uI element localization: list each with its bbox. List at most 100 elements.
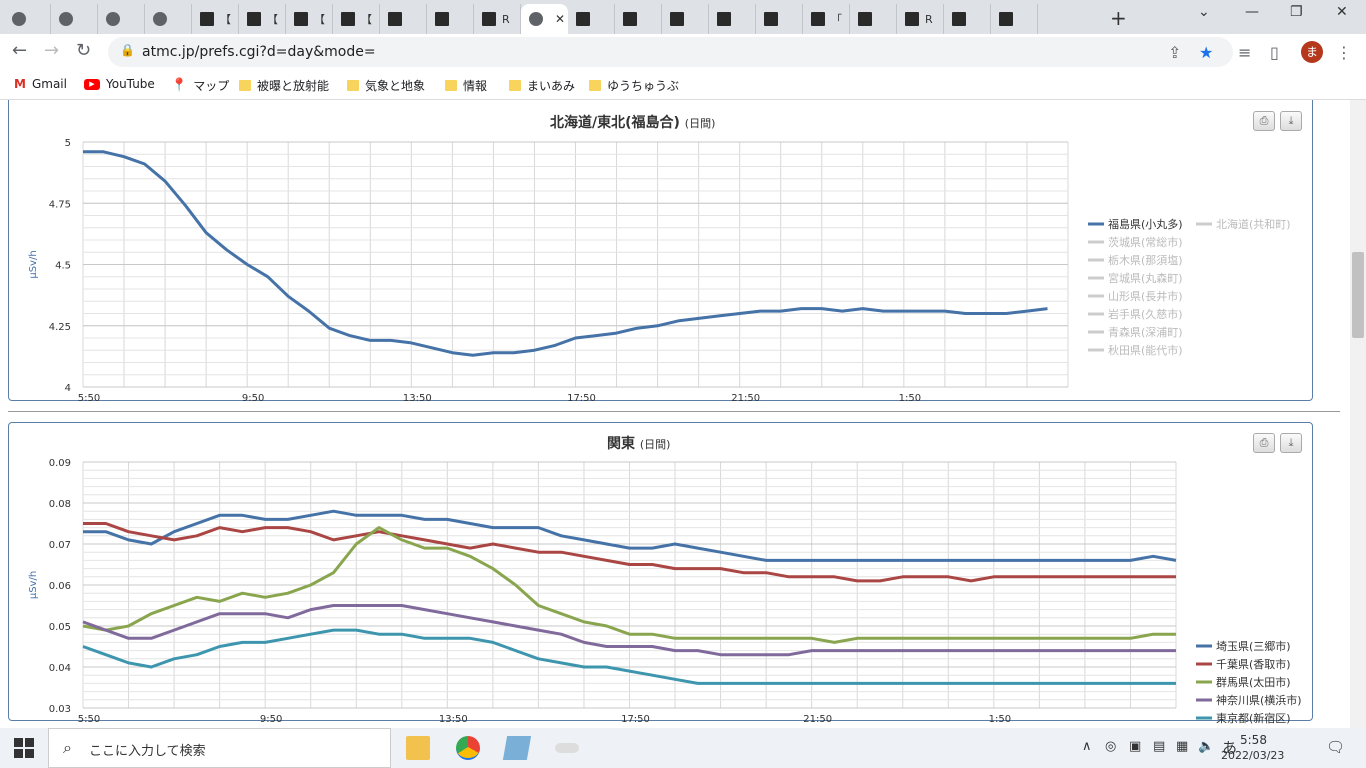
legend-item: 千葉県(香取市) xyxy=(1216,657,1291,671)
legend-item: 宮城県(丸森町) xyxy=(1108,271,1183,285)
bookmark-folder-radiation[interactable]: 被曝と放射能 xyxy=(239,77,329,94)
tab-search-icon[interactable]: ⌄ xyxy=(1198,4,1210,20)
legend-item: 群馬県(太田市) xyxy=(1216,675,1291,689)
back-button[interactable]: ← xyxy=(12,40,27,61)
browser-tab[interactable] xyxy=(568,4,615,34)
image-favicon-icon xyxy=(435,12,449,26)
tray-icon[interactable]: ▤ xyxy=(1153,739,1165,754)
tab-title: R xyxy=(502,12,510,26)
browser-tab[interactable]: 【 xyxy=(192,4,239,34)
lock-icon[interactable]: 🔒 xyxy=(120,43,135,57)
forward-button[interactable]: → xyxy=(44,40,59,61)
bookmark-folder-info[interactable]: 情報 xyxy=(445,77,487,94)
image-favicon-icon xyxy=(717,12,731,26)
image-favicon-icon xyxy=(670,12,684,26)
bookmark-folder-youtube[interactable]: ゆうちゅうぶ xyxy=(589,77,679,94)
browser-tab[interactable] xyxy=(756,4,803,34)
image-favicon-icon xyxy=(623,12,637,26)
app-icon[interactable] xyxy=(502,736,532,760)
browser-tab[interactable]: 【 xyxy=(239,4,286,34)
maximize-button[interactable]: ❐ xyxy=(1290,4,1303,20)
folder-icon xyxy=(239,80,251,91)
legend-item: 神奈川県(横浜市) xyxy=(1216,693,1302,707)
reload-button[interactable]: ↻ xyxy=(76,40,91,61)
image-favicon-icon xyxy=(952,12,966,26)
y-tick-label: 0.04 xyxy=(49,663,71,674)
tray-chevron-icon[interactable]: ∧ xyxy=(1082,739,1092,754)
bookmark-folder-weather[interactable]: 気象と地象 xyxy=(347,77,425,94)
tab-title: R xyxy=(925,12,933,26)
bookmark-star-icon[interactable]: ★ xyxy=(1199,43,1213,62)
y-tick-label: 4.25 xyxy=(49,322,71,333)
tray-icon[interactable]: ◎ xyxy=(1105,739,1116,754)
clock-date[interactable]: 2022/03/23 xyxy=(1221,749,1284,762)
chrome-icon[interactable] xyxy=(456,736,480,760)
image-favicon-icon xyxy=(482,12,496,26)
x-tick-label: 1:50 xyxy=(989,714,1011,725)
chart-kanto: 0.03 0.04 0.05 0.06 0.07 0.08 0.09 5:50 9:50 13:5… xyxy=(28,458,1302,725)
bookmark-youtube[interactable]: ▶ YouTube xyxy=(84,77,155,91)
file-explorer-icon[interactable] xyxy=(406,736,430,760)
browser-tab[interactable] xyxy=(850,4,897,34)
close-tab-icon[interactable]: ✕ xyxy=(555,12,565,26)
browser-tab[interactable]: R xyxy=(897,4,944,34)
x-tick-label: 5:50 xyxy=(78,714,100,725)
browser-tab[interactable] xyxy=(380,4,427,34)
image-favicon-icon xyxy=(576,12,590,26)
close-window-button[interactable]: ✕ xyxy=(1336,4,1348,20)
browser-tab[interactable] xyxy=(51,4,98,34)
bookmark-gmail[interactable]: M Gmail xyxy=(14,77,67,91)
notification-icon[interactable]: 🗨 xyxy=(1326,738,1345,756)
browser-tab[interactable]: 【 xyxy=(333,4,380,34)
page-content: 北海道/東北(福島合) (日間) ⎙ ⤓ 4 4.25 4.5 4.75 5 5:50 9:… xyxy=(0,100,1350,728)
image-favicon-icon xyxy=(388,12,402,26)
folder-icon xyxy=(509,80,521,91)
new-tab-button[interactable]: + xyxy=(1110,6,1127,30)
browser-tab[interactable] xyxy=(615,4,662,34)
tab-title: 【 xyxy=(220,13,231,26)
browser-tab[interactable] xyxy=(991,4,1038,34)
browser-tab[interactable] xyxy=(944,4,991,34)
minimize-button[interactable]: — xyxy=(1245,4,1259,20)
taskbar-search-box[interactable]: ⌕ ここに入力して検索 xyxy=(48,728,391,768)
browser-tab[interactable] xyxy=(98,4,145,34)
y-axis-label: µSv/h xyxy=(28,571,39,599)
page-scrollbar[interactable] xyxy=(1350,100,1366,728)
reading-list-icon[interactable]: ≡ xyxy=(1238,43,1251,62)
share-icon[interactable]: ⇪ xyxy=(1168,43,1181,62)
legend-item: 福島県(小丸多) xyxy=(1108,217,1183,231)
browser-tab[interactable] xyxy=(4,4,51,34)
url-text[interactable]: atmc.jp/prefs.cgi?d=day&mode= xyxy=(142,44,376,60)
volume-icon[interactable]: 🔈 xyxy=(1198,739,1214,754)
scrollbar-thumb[interactable] xyxy=(1352,252,1364,338)
bookmark-maps[interactable]: 📍 マップ xyxy=(171,77,229,94)
profile-avatar[interactable]: ま xyxy=(1301,41,1323,63)
browser-toolbar: ← → ↻ 🔒 atmc.jp/prefs.cgi?d=day&mode= ⇪ … xyxy=(0,34,1366,70)
browser-tab[interactable]: 「 xyxy=(803,4,850,34)
tab-strip: 【 【 【 【 R ✕ 「 R xyxy=(0,0,1366,34)
legend-item: 栃木県(那須塩) xyxy=(1108,253,1183,267)
y-tick-label: 0.06 xyxy=(49,581,71,592)
browser-tab[interactable] xyxy=(709,4,756,34)
browser-tab[interactable]: ✕ xyxy=(521,4,568,34)
browser-tab[interactable] xyxy=(662,4,709,34)
browser-tab[interactable] xyxy=(427,4,474,34)
windows-logo-part xyxy=(25,738,34,747)
browser-tab[interactable] xyxy=(145,4,192,34)
browser-tab[interactable]: 【 xyxy=(286,4,333,34)
globe-favicon-icon xyxy=(529,12,543,26)
start-button[interactable] xyxy=(14,738,34,758)
clock-time[interactable]: 5:58 xyxy=(1240,733,1267,747)
folder-icon xyxy=(347,80,359,91)
browser-tab[interactable]: R xyxy=(474,4,521,34)
bookmark-folder-maiami[interactable]: まいあみ xyxy=(509,77,575,94)
folder-icon xyxy=(445,80,457,91)
network-icon[interactable]: ▦ xyxy=(1176,739,1188,754)
menu-kebab-icon[interactable]: ⋮ xyxy=(1336,43,1352,62)
tray-icon[interactable]: ▣ xyxy=(1129,739,1141,754)
app-icon-2[interactable] xyxy=(555,743,579,753)
section-divider xyxy=(8,411,1340,412)
address-bar[interactable]: 🔒 atmc.jp/prefs.cgi?d=day&mode= xyxy=(108,37,1233,67)
side-panel-icon[interactable]: ▯ xyxy=(1270,43,1279,62)
globe-favicon-icon xyxy=(106,12,120,26)
